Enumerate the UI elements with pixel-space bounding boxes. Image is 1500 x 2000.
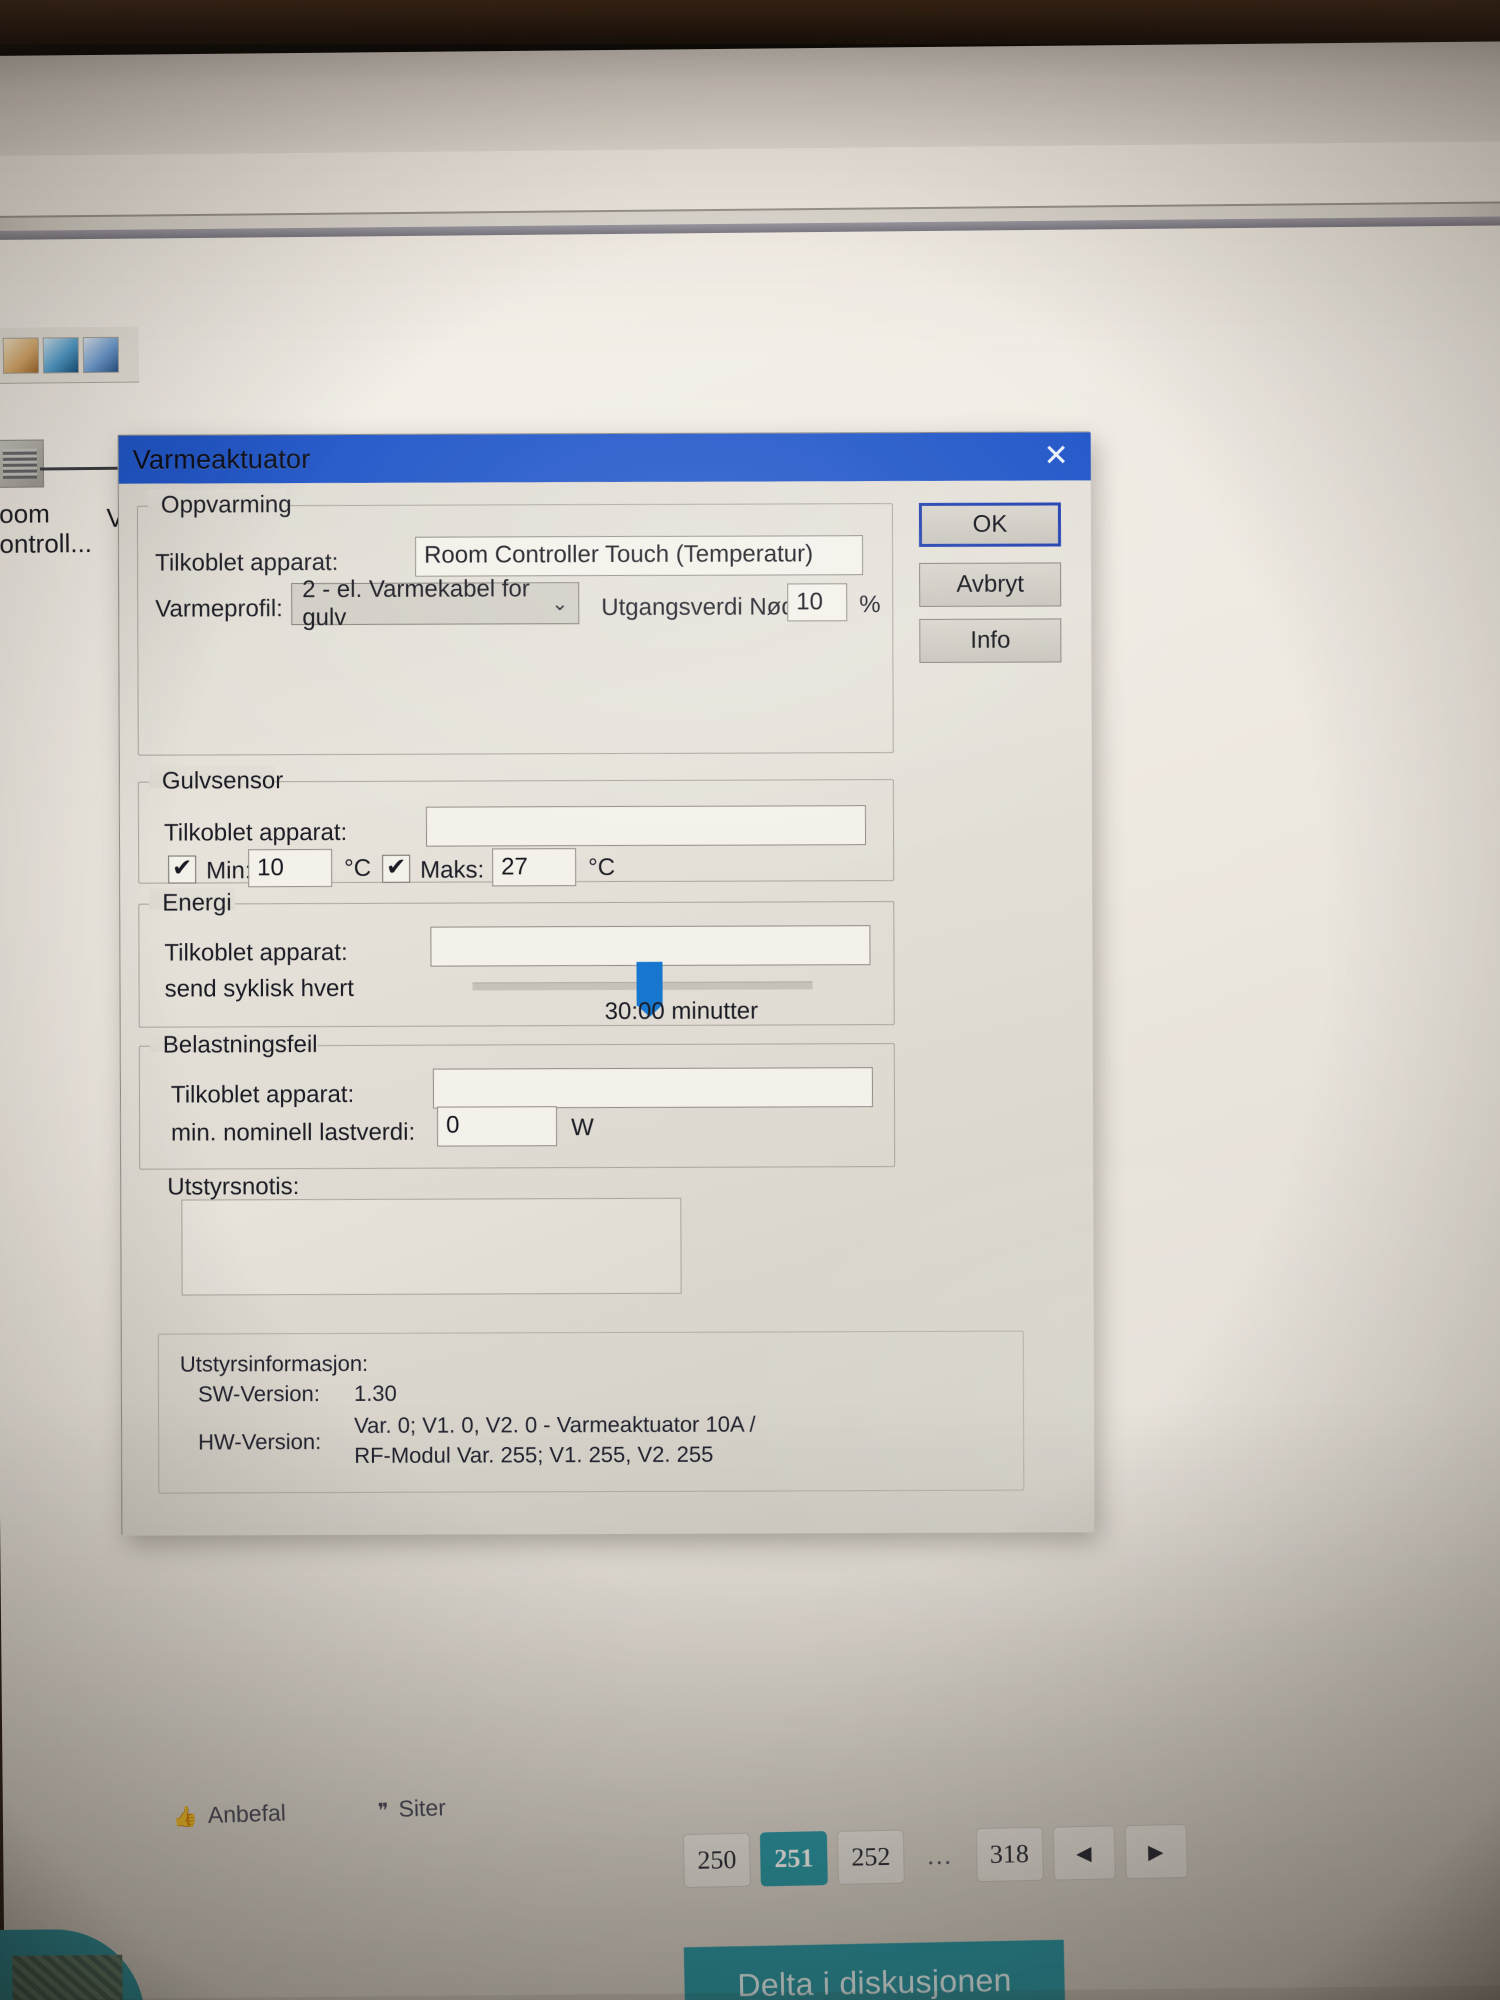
quote-icon: ❞ xyxy=(377,1800,389,1823)
floor-sensor-legend: Gulvsensor xyxy=(161,767,284,795)
cancel-button[interactable]: Avbryt xyxy=(919,562,1062,607)
notes-textarea[interactable] xyxy=(181,1197,682,1296)
device-icon-3[interactable] xyxy=(42,336,80,373)
page-252[interactable]: 252 xyxy=(836,1829,905,1885)
page-251-active[interactable]: 251 xyxy=(759,1831,828,1887)
load-error-device-label: Tilkoblet apparat: xyxy=(170,1080,355,1109)
recommend-button[interactable]: 👍 Anbefal xyxy=(173,1799,287,1830)
floor-max-label: Maks: xyxy=(420,856,485,884)
sw-version-value: 1.30 xyxy=(353,1380,397,1406)
floor-max-unit: °C xyxy=(588,854,616,882)
page-250[interactable]: 250 xyxy=(682,1832,751,1889)
dialog-body: OK Avbryt Info Oppvarming Tilkoblet appa… xyxy=(118,480,1095,1536)
energy-legend: Energi xyxy=(162,889,232,917)
check-icon: ✔ xyxy=(172,853,193,882)
close-icon[interactable]: ✕ xyxy=(1036,439,1077,473)
load-error-device-field[interactable] xyxy=(432,1067,873,1109)
hw-version-label: HW-Version: xyxy=(198,1429,322,1455)
load-nominal-label: min. nominell lastverdi: xyxy=(171,1118,416,1147)
floor-sensor-device-label: Tilkoblet apparat: xyxy=(163,818,348,847)
screen-area: /smarthus/den-store-xcomfort-sensio-trad… xyxy=(0,41,1500,2000)
sw-version-label: SW-Version: xyxy=(197,1381,320,1407)
energy-cyclic-label: send syklisk hvert xyxy=(164,974,355,1003)
info-button[interactable]: Info xyxy=(919,618,1062,663)
emergency-output-unit: % xyxy=(859,591,881,619)
emergency-output-field[interactable]: 10 xyxy=(787,583,848,622)
pagination-ellipsis: ... xyxy=(927,1840,954,1871)
prev-page-button[interactable]: ◀ xyxy=(1052,1825,1116,1881)
heating-device-field[interactable]: Room Controller Touch (Temperatur) xyxy=(414,535,864,577)
floor-max-field[interactable]: 27 xyxy=(492,848,577,887)
heating-device-label: Tilkoblet apparat: xyxy=(155,548,339,577)
device-icon-4[interactable] xyxy=(82,336,120,373)
check-icon: ✔ xyxy=(386,853,407,881)
heating-profile-value: 2 - el. Varmekabel for gulv xyxy=(302,575,530,632)
energy-cyclic-value: 30:00 minutter xyxy=(604,997,759,1026)
dialog-title: Varmeaktuator xyxy=(132,443,311,475)
device-info-legend: Utstyrsinformasjon: xyxy=(179,1350,369,1377)
device-icon-2[interactable] xyxy=(2,337,40,374)
photo-of-screen: /smarthus/den-store-xcomfort-sensio-trad… xyxy=(0,0,1500,2000)
floor-min-label: Min: xyxy=(206,857,252,885)
browser-url-bar[interactable]: /smarthus/den-store-xcomfort-sensio-trad… xyxy=(0,141,1500,298)
dialog-titlebar: Varmeaktuator ✕ xyxy=(118,432,1091,484)
heating-legend: Oppvarming xyxy=(160,491,292,519)
recommend-label: Anbefal xyxy=(207,1799,287,1828)
next-page-button[interactable]: ▶ xyxy=(1124,1823,1188,1880)
pagination: 250 251 252 ... 318 ◀ ▶ xyxy=(682,1823,1188,1889)
room-controller-node-icon[interactable] xyxy=(0,439,45,488)
quote-button[interactable]: ❞ Siter xyxy=(377,1794,446,1823)
energy-device-field[interactable] xyxy=(430,925,871,967)
background-toolbar[interactable] xyxy=(0,326,140,385)
heating-profile-select[interactable]: 2 - el. Varmekabel for gulv ⌄ xyxy=(291,575,580,631)
hw-version-value-line1: Var. 0; V1. 0, V2. 0 - Varmeaktuator 10A… xyxy=(354,1411,756,1438)
load-error-legend: Belastningsfeil xyxy=(162,1031,318,1059)
ok-button[interactable]: OK xyxy=(918,502,1062,547)
floor-min-unit: °C xyxy=(344,854,372,882)
floor-min-field[interactable]: 10 xyxy=(248,849,333,888)
load-nominal-field[interactable]: 0 xyxy=(436,1106,558,1147)
floor-sensor-device-field[interactable] xyxy=(425,805,867,847)
load-nominal-unit: W xyxy=(571,1114,594,1142)
floor-min-checkbox[interactable]: ✔ xyxy=(168,853,197,884)
notes-legend: Utstyrsnotis: xyxy=(167,1173,300,1201)
floor-max-checkbox[interactable]: ✔ xyxy=(382,853,411,883)
chevron-down-icon: ⌄ xyxy=(551,592,569,615)
varmeaktuator-dialog: Varmeaktuator ✕ OK Avbryt Info Oppvarmin… xyxy=(117,431,1095,1536)
quote-label: Siter xyxy=(398,1794,447,1822)
heating-profile-label: Varmeprofil: xyxy=(155,595,283,623)
page-318-last[interactable]: 318 xyxy=(975,1826,1044,1883)
avatar xyxy=(0,1928,147,2000)
thumbs-up-icon: 👍 xyxy=(172,1806,199,1830)
forum-post-actions: 👍 Anbefal ❞ Siter xyxy=(173,1789,594,1830)
hw-version-value-line2: RF-Modul Var. 255; V1. 255, V2. 255 xyxy=(354,1441,714,1468)
web-page-body: Room Controll... V Varmeaktuator ✕ OK Avb… xyxy=(0,225,1500,2000)
energy-device-label: Tilkoblet apparat: xyxy=(164,938,348,967)
